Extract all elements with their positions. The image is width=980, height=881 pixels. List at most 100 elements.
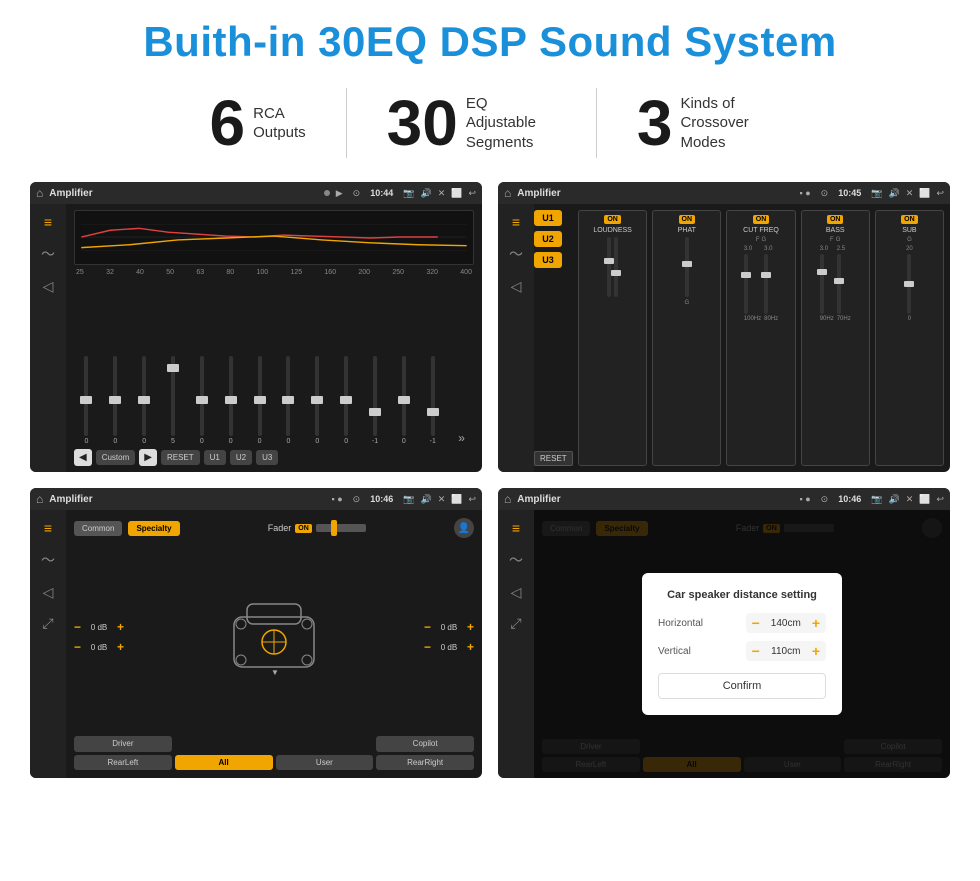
fader-thumb-3[interactable] [331, 520, 337, 536]
tr-minus[interactable]: − [424, 620, 431, 634]
bass-on[interactable]: ON [827, 215, 844, 224]
wave-icon-2[interactable]: 〜 [509, 244, 523, 264]
rearright-btn[interactable]: RearRight [376, 755, 474, 770]
user-btn[interactable]: User [276, 755, 374, 770]
tr-plus[interactable]: + [467, 620, 474, 634]
slider-thumb-12[interactable] [427, 408, 439, 416]
specialty-tab-3[interactable]: Specialty [128, 521, 179, 536]
cutfreq-thumb-1[interactable] [741, 272, 751, 278]
slider-thumb-3[interactable] [167, 364, 179, 372]
slider-track-2[interactable] [142, 356, 146, 436]
vertical-plus[interactable]: + [812, 643, 820, 659]
slider-thumb-7[interactable] [282, 396, 294, 404]
bl-minus[interactable]: − [74, 640, 81, 654]
u3-preset[interactable]: U3 [534, 252, 562, 268]
eq-icon[interactable]: ≡ [44, 214, 52, 230]
horizontal-plus[interactable]: + [812, 615, 820, 631]
slider-track-6[interactable] [258, 356, 262, 436]
bottom-btns-3: Driver Copilot RearLeft All User RearRig… [74, 736, 474, 770]
loudness-on[interactable]: ON [604, 215, 621, 224]
slider-thumb-0[interactable] [80, 396, 92, 404]
common-tab-3[interactable]: Common [74, 521, 122, 536]
br-plus[interactable]: + [467, 640, 474, 654]
u1-btn[interactable]: U1 [204, 450, 226, 465]
expand-icon-3[interactable]: ⤢ [42, 615, 53, 632]
phat-thumb[interactable] [682, 261, 692, 267]
phat-slider[interactable] [685, 237, 689, 297]
slider-thumb-1[interactable] [109, 396, 121, 404]
slider-col-8: 0 [305, 356, 330, 445]
u2-btn[interactable]: U2 [230, 450, 252, 465]
slider-track-4[interactable] [200, 356, 204, 436]
fader-on-3[interactable]: ON [295, 524, 312, 533]
slider-track-7[interactable] [286, 356, 290, 436]
bass-slider-1[interactable] [820, 254, 824, 314]
cutfreq-thumb-2[interactable] [761, 272, 771, 278]
expand-icon-4[interactable]: ⤢ [510, 615, 521, 632]
bass-thumb-2[interactable] [834, 278, 844, 284]
speaker-icon[interactable]: ◁ [43, 278, 54, 295]
bass-thumb-1[interactable] [817, 269, 827, 275]
cutfreq-slider-2[interactable] [764, 254, 768, 314]
slider-track-3[interactable] [171, 356, 175, 436]
cutfreq-slider-1[interactable] [744, 254, 748, 314]
eq-icon-4[interactable]: ≡ [512, 520, 520, 536]
wave-icon-3[interactable]: 〜 [41, 550, 55, 570]
u2-preset[interactable]: U2 [534, 231, 562, 247]
wave-icon-4[interactable]: 〜 [509, 550, 523, 570]
fader-track-3[interactable] [316, 524, 366, 532]
u1-preset[interactable]: U1 [534, 210, 562, 226]
bl-plus[interactable]: + [117, 640, 124, 654]
tl-plus[interactable]: + [117, 620, 124, 634]
cutfreq-on[interactable]: ON [753, 215, 770, 224]
user-icon-3[interactable]: 👤 [454, 518, 474, 538]
horizontal-minus[interactable]: − [752, 615, 760, 631]
slider-thumb-9[interactable] [340, 396, 352, 404]
reset-btn[interactable]: RESET [161, 450, 200, 465]
screen-eq: ⌂ Amplifier ▶ ⊙ 10:44 📷 🔊 ✕ ⬜ ↩ ≡ 〜 ◁ [30, 182, 482, 472]
br-minus[interactable]: − [424, 640, 431, 654]
tl-minus[interactable]: − [74, 620, 81, 634]
slider-thumb-11[interactable] [398, 396, 410, 404]
sub-on[interactable]: ON [901, 215, 918, 224]
slider-track-8[interactable] [315, 356, 319, 436]
slider-track-10[interactable] [373, 356, 377, 436]
loudness-slider-2[interactable] [614, 237, 618, 297]
u3-btn[interactable]: U3 [256, 450, 278, 465]
vertical-minus[interactable]: − [752, 643, 760, 659]
slider-track-1[interactable] [113, 356, 117, 436]
speaker-icon-4[interactable]: ◁ [511, 584, 522, 601]
slider-thumb-4[interactable] [196, 396, 208, 404]
wave-icon[interactable]: 〜 [41, 244, 55, 264]
phat-on[interactable]: ON [679, 215, 696, 224]
sub-slider[interactable] [907, 254, 911, 314]
slider-track-5[interactable] [229, 356, 233, 436]
eq-icon-2[interactable]: ≡ [512, 214, 520, 230]
slider-track-12[interactable] [431, 356, 435, 436]
rearleft-btn[interactable]: RearLeft [74, 755, 172, 770]
slider-thumb-2[interactable] [138, 396, 150, 404]
sub-thumb[interactable] [904, 281, 914, 287]
amp-reset-btn[interactable]: RESET [534, 451, 573, 466]
bass-slider-2[interactable] [837, 254, 841, 314]
slider-track-0[interactable] [84, 356, 88, 436]
prev-btn[interactable]: ◀ [74, 449, 92, 466]
eq-icon-3[interactable]: ≡ [44, 520, 52, 536]
copilot-btn[interactable]: Copilot [376, 736, 474, 752]
slider-thumb-6[interactable] [254, 396, 266, 404]
driver-btn[interactable]: Driver [74, 736, 172, 752]
slider-thumb-10[interactable] [369, 408, 381, 416]
play-btn[interactable]: ▶ [139, 449, 157, 466]
loudness-thumb-1[interactable] [604, 258, 614, 264]
slider-thumb-8[interactable] [311, 396, 323, 404]
loudness-thumb-2[interactable] [611, 270, 621, 276]
slider-track-9[interactable] [344, 356, 348, 436]
loudness-slider-1[interactable] [607, 237, 611, 297]
speaker-icon-3[interactable]: ◁ [43, 584, 54, 601]
expand-icon[interactable]: » [458, 431, 465, 445]
all-btn[interactable]: All [175, 755, 273, 770]
speaker-icon-2[interactable]: ◁ [511, 278, 522, 295]
confirm-button[interactable]: Confirm [658, 673, 826, 699]
slider-track-11[interactable] [402, 356, 406, 436]
slider-thumb-5[interactable] [225, 396, 237, 404]
